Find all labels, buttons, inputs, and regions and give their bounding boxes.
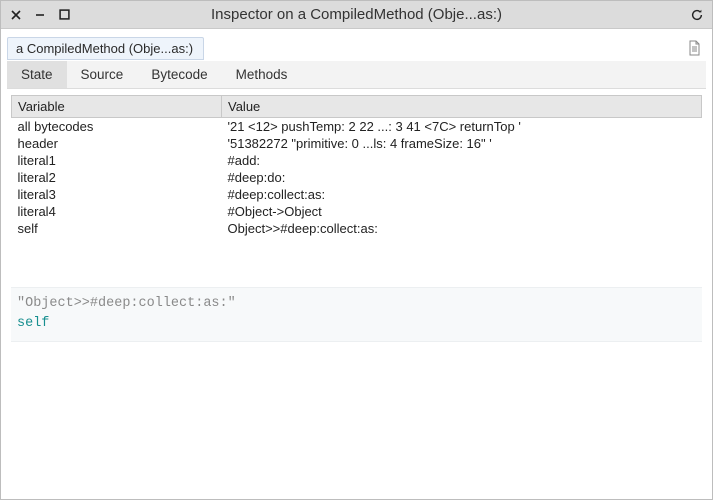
code-body: self [17,314,696,334]
table-row[interactable]: all bytecodes '21 <12> pushTemp: 2 22 ..… [12,118,702,136]
document-icon[interactable] [686,40,702,56]
cell-value: '21 <12> pushTemp: 2 22 ...: 3 41 <7C> r… [222,118,702,136]
inspector-window: Inspector on a CompiledMethod (Obje...as… [0,0,713,500]
table-row[interactable]: literal2 #deep:do: [12,169,702,186]
cell-value: #deep:do: [222,169,702,186]
refresh-icon[interactable] [690,8,704,22]
cell-value: #deep:collect:as: [222,186,702,203]
variable-table: Variable Value all bytecodes '21 <12> pu… [11,95,702,237]
tab-state[interactable]: State [7,61,67,88]
tab-bytecode[interactable]: Bytecode [137,61,221,88]
breadcrumb[interactable]: a CompiledMethod (Obje...as:) [7,37,204,60]
cell-variable: literal2 [12,169,222,186]
cell-variable: header [12,135,222,152]
variable-table-wrap: Variable Value all bytecodes '21 <12> pu… [11,95,702,237]
breadcrumb-row: a CompiledMethod (Obje...as:) [7,35,706,61]
cell-variable: literal3 [12,186,222,203]
table-row[interactable]: literal1 #add: [12,152,702,169]
cell-variable: all bytecodes [12,118,222,136]
col-header-value[interactable]: Value [222,96,702,118]
cell-value: #add: [222,152,702,169]
titlebar: Inspector on a CompiledMethod (Obje...as… [1,1,712,29]
col-header-variable[interactable]: Variable [12,96,222,118]
code-editor[interactable]: "Object>>#deep:collect:as:" self [11,287,702,342]
table-row[interactable]: header '51382272 "primitive: 0 ...ls: 4 … [12,135,702,152]
table-row[interactable]: literal4 #Object->Object [12,203,702,220]
tab-methods[interactable]: Methods [222,61,302,88]
cell-value: Object>>#deep:collect:as: [222,220,702,237]
cell-value: #Object->Object [222,203,702,220]
content-panel: Variable Value all bytecodes '21 <12> pu… [7,89,706,493]
cell-value: '51382272 "primitive: 0 ...ls: 4 frameSi… [222,135,702,152]
code-comment: "Object>>#deep:collect:as:" [17,294,696,314]
cell-variable: literal1 [12,152,222,169]
inner-panel: a CompiledMethod (Obje...as:) State Sour… [1,29,712,499]
window-title: Inspector on a CompiledMethod (Obje...as… [1,6,712,23]
close-icon[interactable] [9,8,23,22]
cell-variable: literal4 [12,203,222,220]
minimize-icon[interactable] [33,8,47,22]
maximize-icon[interactable] [57,8,71,22]
cell-variable: self [12,220,222,237]
tab-bar: State Source Bytecode Methods [7,61,706,89]
table-row[interactable]: self Object>>#deep:collect:as: [12,220,702,237]
table-row[interactable]: literal3 #deep:collect:as: [12,186,702,203]
tab-source[interactable]: Source [67,61,138,88]
